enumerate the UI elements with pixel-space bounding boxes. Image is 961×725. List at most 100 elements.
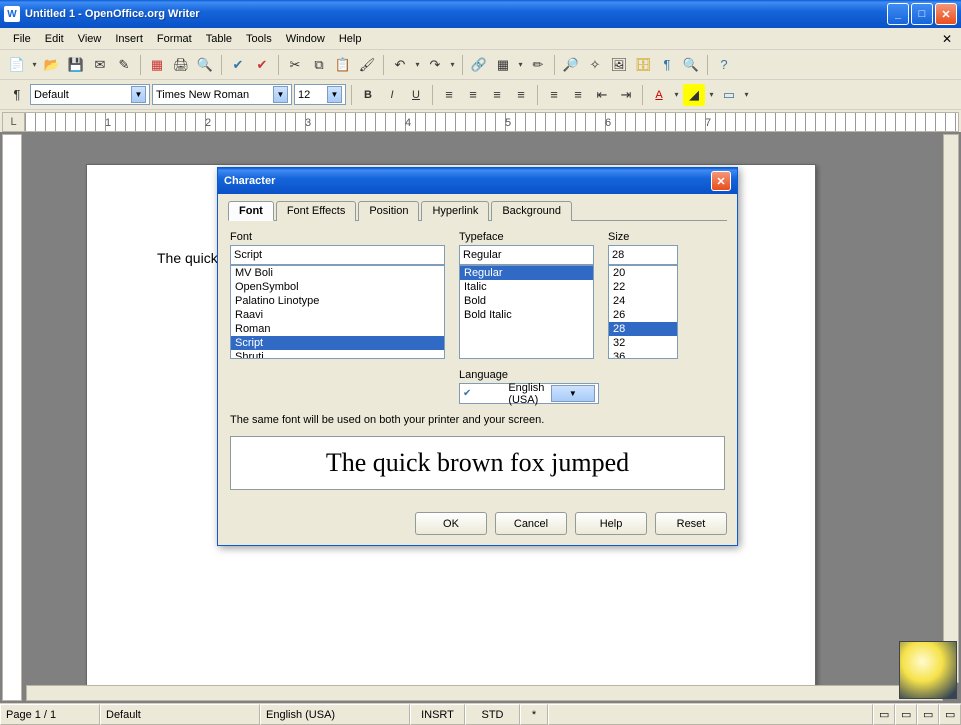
vertical-scrollbar[interactable] bbox=[943, 134, 959, 683]
typeface-option[interactable]: Italic bbox=[460, 280, 593, 294]
size-input[interactable] bbox=[608, 245, 678, 265]
font-option[interactable]: MV Boli bbox=[231, 266, 444, 280]
open-button[interactable]: 📂 bbox=[41, 54, 63, 76]
tab-font[interactable]: Font bbox=[228, 201, 274, 221]
language-arrow[interactable]: ▼ bbox=[551, 385, 595, 402]
status-view-icon[interactable]: ▭ bbox=[939, 704, 961, 725]
language-combo[interactable]: ✔ English (USA) ▼ bbox=[459, 383, 599, 404]
status-view-icon[interactable]: ▭ bbox=[873, 704, 895, 725]
ok-button[interactable]: OK bbox=[415, 512, 487, 535]
save-button[interactable]: 💾 bbox=[65, 54, 87, 76]
typeface-option[interactable]: Regular bbox=[460, 266, 593, 280]
status-style[interactable]: Default bbox=[100, 704, 260, 725]
undo-button[interactable]: ↶ bbox=[389, 54, 411, 76]
edit-file-button[interactable]: ✎ bbox=[113, 54, 135, 76]
size-option[interactable]: 22 bbox=[609, 280, 677, 294]
tab-font-effects[interactable]: Font Effects bbox=[276, 201, 357, 221]
decrease-indent-button[interactable]: ⇤ bbox=[591, 84, 613, 106]
font-option[interactable]: Raavi bbox=[231, 308, 444, 322]
status-insert-mode[interactable]: INSRT bbox=[410, 704, 465, 725]
font-size-arrow[interactable] bbox=[327, 86, 342, 103]
undo-dropdown[interactable]: ▾ bbox=[413, 60, 422, 69]
spellcheck-button[interactable]: ✔ bbox=[227, 54, 249, 76]
redo-dropdown[interactable]: ▾ bbox=[448, 60, 457, 69]
paste-button[interactable]: 📋 bbox=[332, 54, 354, 76]
redo-button[interactable]: ↷ bbox=[424, 54, 446, 76]
show-draw-button[interactable]: ✏ bbox=[527, 54, 549, 76]
typeface-listbox[interactable]: Regular Italic Bold Bold Italic bbox=[459, 265, 594, 359]
font-color-button[interactable]: A bbox=[648, 84, 670, 106]
typeface-input[interactable] bbox=[459, 245, 594, 265]
export-pdf-button[interactable]: ▦ bbox=[146, 54, 168, 76]
status-view-icon[interactable]: ▭ bbox=[895, 704, 917, 725]
menu-window[interactable]: Window bbox=[279, 31, 332, 47]
tab-hyperlink[interactable]: Hyperlink bbox=[421, 201, 489, 221]
vertical-ruler[interactable] bbox=[2, 134, 22, 701]
font-option[interactable]: Palatino Linotype bbox=[231, 294, 444, 308]
menu-file[interactable]: File bbox=[6, 31, 38, 47]
new-doc-dropdown[interactable]: ▾ bbox=[30, 60, 39, 69]
dialog-titlebar[interactable]: Character ✕ bbox=[218, 168, 737, 194]
underline-button[interactable]: U bbox=[405, 84, 427, 106]
dialog-close-button[interactable]: ✕ bbox=[711, 171, 731, 191]
find-replace-button[interactable]: 🔎 bbox=[560, 54, 582, 76]
menu-view[interactable]: View bbox=[71, 31, 109, 47]
help-button[interactable]: Help bbox=[575, 512, 647, 535]
help-button[interactable]: ? bbox=[713, 54, 735, 76]
menu-help[interactable]: Help bbox=[332, 31, 369, 47]
new-doc-button[interactable]: 📄 bbox=[6, 54, 28, 76]
bold-button[interactable]: B bbox=[357, 84, 379, 106]
notification-bulb-icon[interactable] bbox=[899, 641, 957, 699]
font-option[interactable]: Shruti bbox=[231, 350, 444, 359]
close-button[interactable]: ✕ bbox=[935, 3, 957, 25]
font-option[interactable]: Roman bbox=[231, 322, 444, 336]
print-button[interactable]: 🖨 bbox=[170, 54, 192, 76]
size-option[interactable]: 36 bbox=[609, 350, 677, 359]
maximize-button[interactable]: □ bbox=[911, 3, 933, 25]
status-selection-mode[interactable]: STD bbox=[465, 704, 520, 725]
menu-format[interactable]: Format bbox=[150, 31, 199, 47]
styles-button[interactable]: ¶ bbox=[6, 84, 28, 106]
table-dropdown[interactable]: ▾ bbox=[516, 60, 525, 69]
font-listbox[interactable]: MV Boli OpenSymbol Palatino Linotype Raa… bbox=[230, 265, 445, 359]
font-input[interactable] bbox=[230, 245, 445, 265]
size-option[interactable]: 32 bbox=[609, 336, 677, 350]
align-center-button[interactable]: ≡ bbox=[462, 84, 484, 106]
align-justify-button[interactable]: ≡ bbox=[510, 84, 532, 106]
tab-background[interactable]: Background bbox=[491, 201, 572, 221]
copy-button[interactable]: ⧉ bbox=[308, 54, 330, 76]
format-paintbrush-button[interactable]: 🖌 bbox=[356, 54, 378, 76]
typeface-option[interactable]: Bold Italic bbox=[460, 308, 593, 322]
size-listbox[interactable]: 20 22 24 26 28 32 36 bbox=[608, 265, 678, 359]
typeface-option[interactable]: Bold bbox=[460, 294, 593, 308]
font-name-combo[interactable] bbox=[152, 84, 292, 105]
paragraph-style-combo[interactable] bbox=[30, 84, 150, 105]
menu-insert[interactable]: Insert bbox=[108, 31, 150, 47]
nonprinting-chars-button[interactable]: ¶ bbox=[656, 54, 678, 76]
document-close-button[interactable]: ✕ bbox=[939, 31, 955, 47]
bg-color-button[interactable]: ▭ bbox=[718, 84, 740, 106]
highlight-button[interactable]: ◢ bbox=[683, 84, 705, 106]
document-text[interactable]: The quick bbox=[157, 250, 218, 266]
numbered-list-button[interactable]: ≡ bbox=[543, 84, 565, 106]
font-name-arrow[interactable] bbox=[273, 86, 288, 103]
email-button[interactable]: ✉ bbox=[89, 54, 111, 76]
size-option[interactable]: 26 bbox=[609, 308, 677, 322]
bullet-list-button[interactable]: ≡ bbox=[567, 84, 589, 106]
navigator-button[interactable]: ✧ bbox=[584, 54, 606, 76]
increase-indent-button[interactable]: ⇥ bbox=[615, 84, 637, 106]
font-size-combo[interactable] bbox=[294, 84, 346, 105]
italic-button[interactable]: I bbox=[381, 84, 403, 106]
highlight-dropdown[interactable]: ▾ bbox=[707, 90, 716, 99]
cancel-button[interactable]: Cancel bbox=[495, 512, 567, 535]
bg-color-dropdown[interactable]: ▾ bbox=[742, 90, 751, 99]
status-view-icon[interactable]: ▭ bbox=[917, 704, 939, 725]
menu-tools[interactable]: Tools bbox=[239, 31, 279, 47]
zoom-button[interactable]: 🔍 bbox=[680, 54, 702, 76]
menu-edit[interactable]: Edit bbox=[38, 31, 71, 47]
size-option[interactable]: 24 bbox=[609, 294, 677, 308]
font-name-input[interactable] bbox=[156, 85, 273, 104]
data-sources-button[interactable]: 🗄 bbox=[632, 54, 654, 76]
status-language[interactable]: English (USA) bbox=[260, 704, 410, 725]
horizontal-ruler[interactable]: L 1 2 3 4 5 6 7 bbox=[2, 112, 959, 132]
